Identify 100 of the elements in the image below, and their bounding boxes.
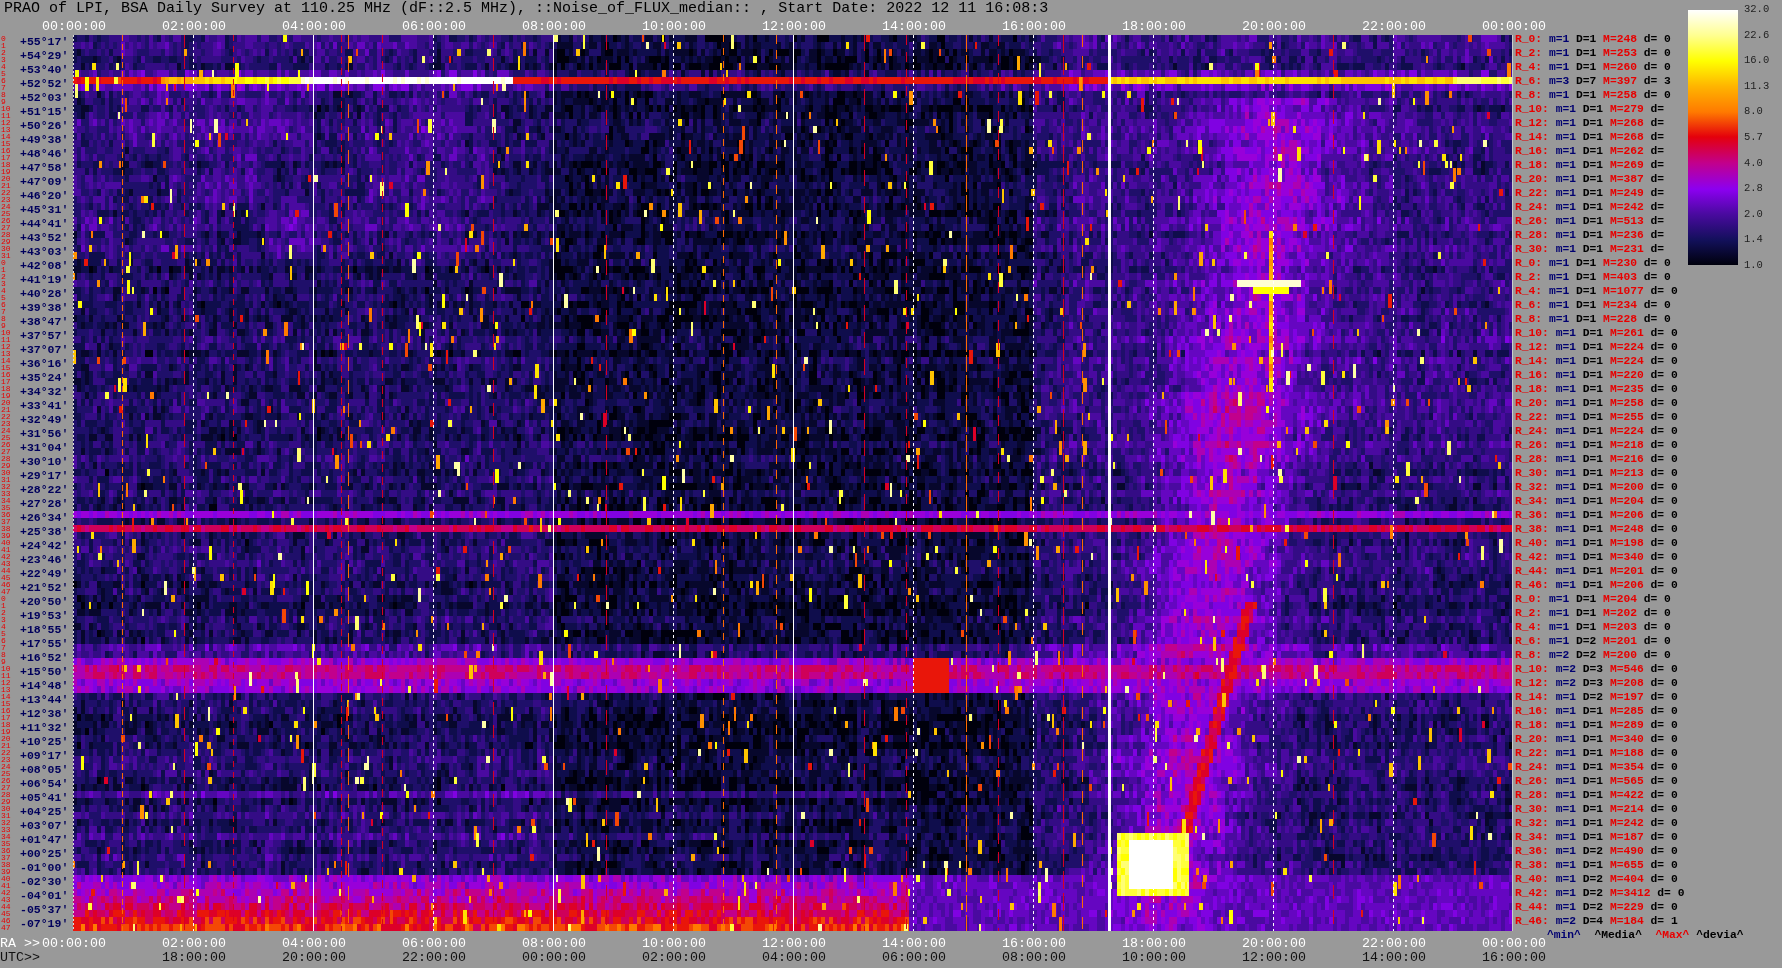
beam-name: R_30:: [1515, 802, 1549, 816]
utc-tick-label: 14:00:00: [1362, 951, 1426, 965]
beam-name: R_4:: [1515, 620, 1543, 634]
deviation-value: d= 1: [1650, 914, 1678, 928]
max-value: M=262: [1609, 144, 1644, 158]
beam-number: 5: [1, 70, 6, 77]
declination-label: +25°38': [20, 525, 69, 539]
beam-number: 11: [1, 112, 11, 119]
declination-label: +00°25': [20, 847, 69, 861]
beam-name: R_4:: [1515, 284, 1543, 298]
deviation-legend: ^devia^: [1696, 928, 1744, 942]
max-value: M=230: [1603, 256, 1637, 270]
beam-name: R_24:: [1515, 424, 1549, 438]
deviation-value: d= 0: [1650, 410, 1678, 424]
median-value: D=1: [1576, 270, 1597, 284]
declination-label: +31°04': [20, 441, 69, 455]
max-value: M=197: [1609, 690, 1644, 704]
time-tick-label: 00:00:00: [42, 18, 106, 35]
max-value: M=397: [1603, 74, 1637, 88]
utc-tick-label: 02:00:00: [642, 951, 706, 965]
max-value: M=224: [1609, 354, 1644, 368]
max-value: M=255: [1609, 410, 1644, 424]
beam-number: 42: [1, 889, 11, 896]
min-value: m=1: [1555, 802, 1576, 816]
beam-number: 26: [1, 777, 11, 784]
ra-tick-label: 18:00:00: [1122, 937, 1186, 951]
declination-label: +12°38': [20, 707, 69, 721]
time-tick-label: 08:00:00: [522, 18, 586, 35]
min-value: m=1: [1555, 200, 1576, 214]
beam-name: R_6:: [1515, 298, 1543, 312]
utc-tick-label: 04:00:00: [762, 951, 826, 965]
beam-number: 47: [1, 588, 11, 595]
max-value: M=204: [1603, 592, 1637, 606]
beam-number: 24: [1, 763, 11, 770]
deviation-value: d= 0: [1650, 382, 1678, 396]
median-value: D=1: [1582, 368, 1604, 382]
deviation-value: d= 0: [1650, 396, 1678, 410]
beam-number: 0: [1, 35, 6, 42]
deviation-value: d= 0: [1643, 620, 1671, 634]
beam-number: 21: [1, 742, 11, 749]
utc-tick-label: 10:00:00: [1122, 951, 1186, 965]
min-value: m=1: [1548, 592, 1570, 606]
min-value: m=1: [1555, 102, 1576, 116]
ra-tick-label: 06:00:00: [402, 937, 466, 951]
beam-number: 10: [1, 329, 11, 336]
beam-number: 46: [1, 917, 11, 924]
beam-name: R_20:: [1515, 732, 1549, 746]
median-value: D=1: [1582, 326, 1604, 340]
median-value: D=3: [1582, 662, 1604, 676]
beam-number: 3: [1, 616, 6, 623]
max-value: M=565: [1609, 774, 1644, 788]
time-tick-label: 02:00:00: [162, 18, 226, 35]
declination-label: +33°41': [20, 399, 69, 413]
beam-number: 34: [1, 833, 11, 840]
beam-number: 4: [1, 63, 6, 70]
min-value: m=2: [1548, 648, 1570, 662]
beam-number: 10: [1, 665, 11, 672]
declination-label: -07°19': [20, 917, 69, 931]
beam-name: R_26:: [1515, 214, 1549, 228]
median-legend: ^Media^: [1594, 928, 1642, 942]
min-value: m=1: [1548, 634, 1570, 648]
deviation-value: d= 0: [1650, 284, 1678, 298]
declination-label: +03°07': [20, 819, 69, 833]
deviation-value: d= 0: [1643, 298, 1671, 312]
chart-title: PRAO of LPI, BSA Daily Survey at 110.25 MHz (dF::2.5 MHz), ::Noise_of_FLUX_median:: , Start Date: 2022 12 11 16:08:3: [3, 0, 1049, 18]
beam-number: 43: [1, 560, 11, 567]
beam-name: R_28:: [1515, 452, 1549, 466]
deviation-value: d= 0: [1650, 830, 1678, 844]
deviation-value: d=: [1650, 242, 1665, 256]
deviation-value: d= 0: [1643, 60, 1671, 74]
beam-number: 19: [1, 728, 11, 735]
min-value: m=1: [1555, 382, 1576, 396]
utc-tick-label: 08:00:00: [1002, 951, 1066, 965]
declination-label: +06°54': [20, 777, 69, 791]
declination-label: +15°50': [20, 665, 69, 679]
max-value: M=279: [1609, 102, 1644, 116]
beam-name: R_26:: [1515, 774, 1549, 788]
deviation-value: d=: [1650, 186, 1665, 200]
declination-label: +28°22': [20, 483, 69, 497]
median-value: D=1: [1582, 396, 1604, 410]
max-value: M=404: [1609, 872, 1644, 886]
declination-label: +31°56': [20, 427, 69, 441]
deviation-value: d= 0: [1650, 578, 1678, 592]
beam-number: 38: [1, 525, 11, 532]
beam-number: 41: [1, 882, 11, 889]
beam-name: R_12:: [1515, 340, 1549, 354]
beam-number: 9: [1, 658, 6, 665]
deviation-value: d= 0: [1650, 522, 1678, 536]
beam-number: 5: [1, 630, 6, 637]
declination-label: +21°52': [20, 581, 69, 595]
beam-number: 11: [1, 336, 11, 343]
min-value: m=2: [1555, 662, 1576, 676]
min-value: m=1: [1555, 452, 1576, 466]
beam-number: 36: [1, 847, 11, 854]
beam-name: R_42:: [1515, 886, 1549, 900]
beam-number: 28: [1, 791, 11, 798]
declination-label: +37°57': [20, 329, 69, 343]
max-value: M=3412: [1609, 886, 1651, 900]
max-value: M=224: [1609, 340, 1644, 354]
min-value: m=1: [1555, 536, 1576, 550]
